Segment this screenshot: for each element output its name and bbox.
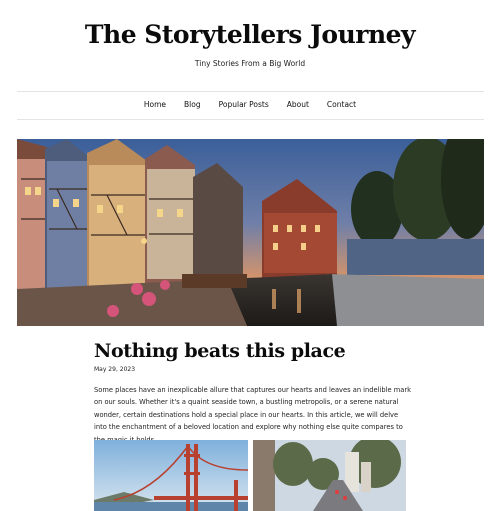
nav-top-divider xyxy=(17,91,484,92)
city-street-image xyxy=(253,440,406,511)
golden-gate-bridge-image xyxy=(94,440,248,511)
hero-image xyxy=(17,139,484,326)
nav-item-about[interactable]: About xyxy=(287,100,309,109)
post-date: May 29, 2023 xyxy=(94,366,136,373)
post-title[interactable]: Nothing beats this place xyxy=(94,340,346,362)
site-tagline: Tiny Stories From a Big World xyxy=(194,59,306,68)
site-title[interactable]: The Storytellers Journey xyxy=(0,20,500,49)
nav-item-blog[interactable]: Blog xyxy=(184,100,201,109)
nav-item-contact[interactable]: Contact xyxy=(327,100,356,109)
nav-item-popular-posts[interactable]: Popular Posts xyxy=(219,100,269,109)
post-body: Some places have an inexplicable allure … xyxy=(94,386,411,444)
nav-item-home[interactable]: Home xyxy=(144,100,166,109)
nav-bottom-divider xyxy=(17,119,484,120)
main-nav: Home Blog Popular Posts About Contact xyxy=(0,100,500,109)
